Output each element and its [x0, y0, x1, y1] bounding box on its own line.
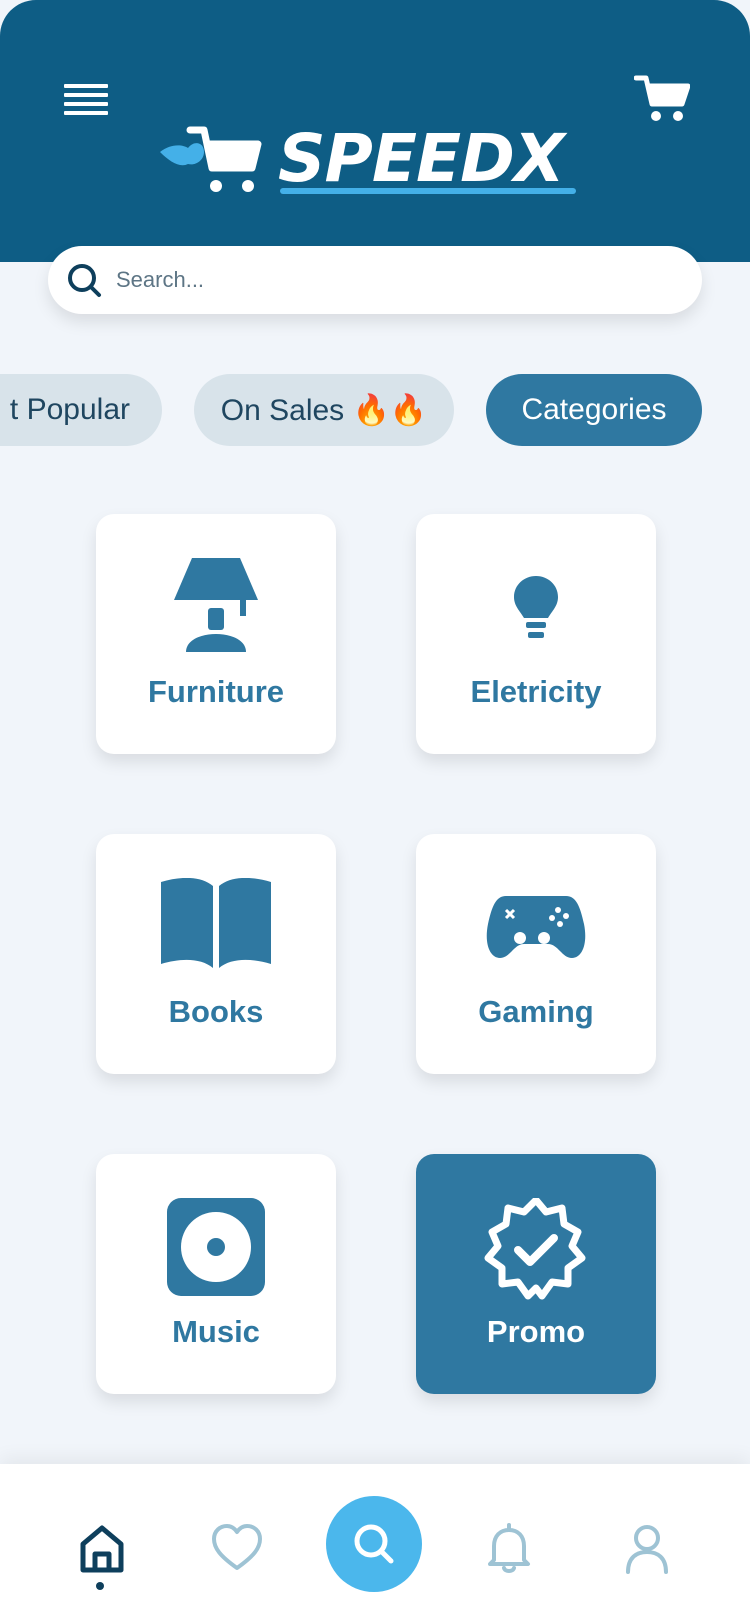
- heart-icon: [212, 1524, 262, 1570]
- bell-icon: [488, 1523, 530, 1573]
- hamburger-line: [64, 93, 108, 97]
- filter-tabs: t Popular On Sales 🔥🔥 Categories: [0, 374, 750, 446]
- lamp-icon: [174, 558, 258, 652]
- category-card-gaming[interactable]: Gaming: [416, 834, 656, 1074]
- cart-logo-icon: [160, 126, 262, 192]
- category-label: Gaming: [478, 994, 594, 1029]
- book-icon: [161, 878, 271, 968]
- category-label: Music: [172, 1314, 260, 1349]
- tab-most-popular[interactable]: t Popular: [0, 374, 162, 446]
- search-icon: [354, 1524, 394, 1564]
- badge-check-icon: [484, 1198, 586, 1300]
- tab-categories[interactable]: Categories: [486, 374, 702, 446]
- category-label: Promo: [486, 1314, 586, 1349]
- menu-button[interactable]: [64, 84, 108, 116]
- search-input[interactable]: [116, 267, 636, 293]
- speaker-icon: [167, 1198, 265, 1296]
- search-icon: [68, 264, 101, 297]
- app-header: SPEEDX: [0, 0, 750, 262]
- category-card-furniture[interactable]: Furniture: [96, 514, 336, 754]
- nav-favorites[interactable]: [210, 1522, 264, 1576]
- category-label: Eletricity: [470, 674, 602, 709]
- nav-profile[interactable]: [620, 1522, 674, 1576]
- nav-search[interactable]: [326, 1496, 422, 1592]
- tab-on-sales[interactable]: On Sales 🔥🔥: [194, 374, 454, 446]
- hamburger-line: [64, 84, 108, 88]
- category-card-promo[interactable]: Promo: [416, 1154, 656, 1394]
- nav-notifications[interactable]: [482, 1522, 536, 1576]
- active-indicator: [96, 1582, 104, 1590]
- brand-logo: SPEEDX: [160, 120, 590, 200]
- bottom-navigation: [0, 1464, 750, 1624]
- hamburger-line: [64, 102, 108, 106]
- category-label: Furniture: [147, 674, 285, 709]
- category-card-books[interactable]: Books: [96, 834, 336, 1074]
- search-bar[interactable]: [48, 246, 702, 314]
- category-label: Books: [168, 994, 264, 1029]
- category-card-music[interactable]: Music: [96, 1154, 336, 1394]
- hamburger-line: [64, 111, 108, 115]
- gamepad-icon: [486, 896, 586, 958]
- user-icon: [626, 1525, 668, 1574]
- home-icon: [80, 1525, 124, 1573]
- cart-button[interactable]: [633, 74, 691, 124]
- brand-underline: [280, 188, 576, 194]
- category-card-electricity[interactable]: Eletricity: [416, 514, 656, 754]
- lightbulb-icon: [514, 576, 558, 638]
- brand-name: SPEEDX: [278, 120, 565, 197]
- cart-icon: [633, 75, 691, 121]
- nav-home[interactable]: [75, 1522, 129, 1576]
